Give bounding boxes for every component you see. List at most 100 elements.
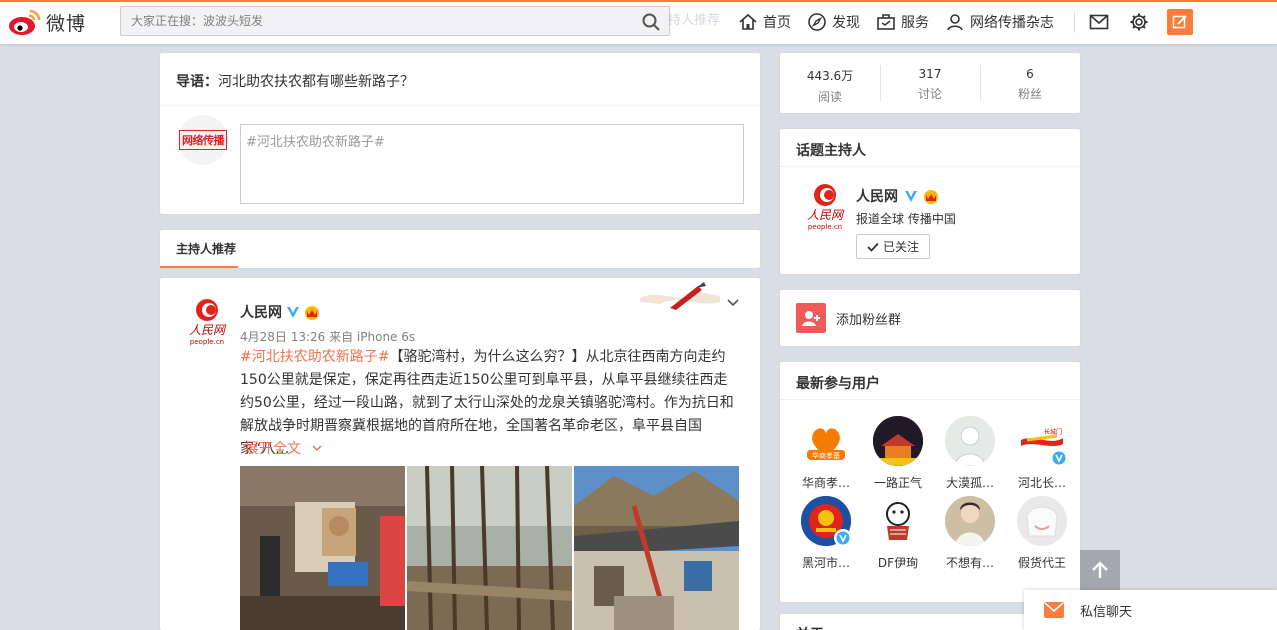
top-navbar: 微博 持人推荐 首页 发现	[0, 0, 1277, 44]
followed-button[interactable]: 已关注	[856, 234, 930, 259]
stat-fans-value: 6	[1026, 67, 1034, 81]
nav-discover-label: 发现	[832, 15, 860, 31]
vip-crown-icon	[924, 190, 938, 204]
user-name: 假货代王	[1017, 556, 1066, 570]
user-avatar	[873, 496, 923, 546]
users-grid: 华商孝基 华商孝… 一路正气 大漠孤… 长城门 河北长… 黑河市… DF伊珣 不…	[790, 416, 1078, 570]
user-item[interactable]: 黑河市…	[790, 496, 862, 570]
compass-icon	[808, 13, 826, 31]
nav-discover[interactable]: 发现	[807, 12, 860, 32]
photo-interior-icon	[240, 466, 405, 630]
main-nav: 首页 发现 服务 网络传播杂志	[738, 2, 1193, 42]
latest-users-card: 最新参与用户 华商孝基 华商孝… 一路正气 大漠孤… 长城门 河北长… 黑河市……	[780, 362, 1080, 602]
gear-icon	[1130, 13, 1148, 31]
svg-text:人民网: 人民网	[807, 208, 845, 222]
edit-icon	[1172, 15, 1187, 29]
decoration-banner-icon	[640, 282, 720, 310]
nav-profile-label: 网络传播杂志	[970, 15, 1054, 31]
user-name: DF伊珣	[877, 556, 919, 570]
followed-label: 已关注	[882, 240, 919, 254]
stat-fans-label: 粉丝	[1017, 87, 1042, 101]
stat-discussions[interactable]: 317 讨论	[880, 53, 980, 113]
stat-discussions-value: 317	[918, 67, 942, 81]
author-name[interactable]: 人民网	[240, 302, 321, 322]
messages-button[interactable]	[1087, 10, 1111, 34]
author-avatar[interactable]: 人民网 people.cn	[182, 298, 232, 348]
author-name-text: 人民网	[240, 305, 282, 321]
photo-house-icon	[574, 466, 739, 630]
post-photos	[240, 466, 739, 630]
guide-prefix: 导语：	[176, 74, 218, 90]
user-avatar	[801, 496, 852, 547]
guide-text: 河北助农扶农都有哪些新路子？	[218, 74, 414, 90]
user-item[interactable]: 不想有…	[934, 496, 1006, 570]
private-chat-bar[interactable]: 私信聊天	[1024, 590, 1277, 630]
user-item[interactable]: 假货代王	[1006, 496, 1078, 570]
compose-button[interactable]	[1167, 9, 1193, 35]
briefcase-icon	[877, 14, 895, 30]
user-item[interactable]: 华商孝基 华商孝…	[790, 416, 862, 490]
composer-avatar[interactable]: 网络传播	[178, 115, 228, 165]
arrow-up-icon	[1092, 561, 1108, 578]
search-box	[120, 6, 670, 36]
post-photo[interactable]	[240, 466, 405, 630]
compose-textarea[interactable]	[240, 124, 744, 204]
topic-stats-card: 443.6万 阅读 317 讨论 6 粉丝	[780, 53, 1080, 113]
expand-full-text[interactable]: 展开全文	[245, 438, 323, 458]
host-recommend-label: 主持人推荐	[176, 242, 237, 256]
nav-service[interactable]: 服务	[876, 12, 929, 32]
chevron-down-icon	[312, 445, 322, 452]
user-name: 黑河市…	[801, 556, 850, 570]
composer-avatar-text: 网络传播	[179, 130, 227, 150]
search-icon[interactable]	[641, 12, 661, 32]
user-avatar: 长城门	[1017, 416, 1068, 467]
search-input[interactable]	[121, 7, 621, 35]
mail-icon	[1044, 602, 1064, 618]
host-name-text: 人民网	[856, 189, 898, 205]
chevron-down-icon[interactable]	[725, 295, 741, 311]
post-hashtag[interactable]: #河北扶农助农新路子#	[240, 349, 389, 365]
user-avatar	[945, 496, 995, 546]
stat-reads-label: 阅读	[817, 90, 842, 104]
user-name: 不想有…	[945, 556, 994, 570]
fans-group-icon	[796, 303, 826, 333]
verified-badge-icon	[287, 307, 299, 318]
svg-text:人民网: 人民网	[189, 323, 227, 337]
post-photo[interactable]	[407, 466, 572, 630]
stat-discussions-label: 讨论	[917, 87, 942, 101]
verified-badge-icon	[834, 529, 852, 547]
user-item[interactable]: DF伊珣	[862, 496, 934, 570]
fans-group-label: 添加粉丝群	[836, 312, 902, 328]
post-photo[interactable]	[574, 466, 739, 630]
back-to-top-button[interactable]	[1080, 550, 1120, 590]
user-avatar	[873, 416, 923, 466]
nav-profile[interactable]: 网络传播杂志	[945, 12, 1054, 32]
svg-text:people.cn: people.cn	[190, 338, 224, 346]
user-item[interactable]: 大漠孤…	[934, 416, 1006, 490]
host-recommend-tab[interactable]: 主持人推荐	[160, 230, 760, 268]
user-name: 大漠孤…	[945, 476, 994, 490]
user-item[interactable]: 长城门 河北长…	[1006, 416, 1078, 490]
settings-button[interactable]	[1127, 10, 1151, 34]
nav-service-label: 服务	[901, 15, 929, 31]
expand-label: 展开全文	[245, 441, 301, 457]
host-avatar[interactable]: 人民网 people.cn	[800, 183, 850, 233]
weibo-logo[interactable]: 微博	[8, 5, 86, 39]
svg-text:people.cn: people.cn	[808, 223, 842, 231]
post-meta: 4月28日 13:26 来自 iPhone 6s	[240, 330, 416, 344]
host-description: 报道全球 传播中国	[856, 212, 956, 226]
nav-divider	[1074, 11, 1075, 33]
add-fans-group[interactable]: 添加粉丝群	[780, 290, 1080, 346]
host-name[interactable]: 人民网	[856, 186, 940, 206]
nav-home[interactable]: 首页	[738, 12, 791, 32]
stat-fans[interactable]: 6 粉丝	[980, 53, 1080, 113]
topic-host-card: 话题主持人 人民网 people.cn 人民网 报道全球 传播中国 已关注	[780, 129, 1080, 274]
stat-reads: 443.6万 阅读	[780, 53, 880, 113]
user-name: 一路正气	[873, 476, 922, 490]
logo-text: 微博	[46, 12, 87, 35]
user-avatar	[945, 416, 995, 466]
weibo-logo-icon	[9, 9, 41, 35]
chat-label: 私信聊天	[1080, 604, 1133, 620]
user-item[interactable]: 一路正气	[862, 416, 934, 490]
verified-badge-icon	[1050, 449, 1068, 467]
